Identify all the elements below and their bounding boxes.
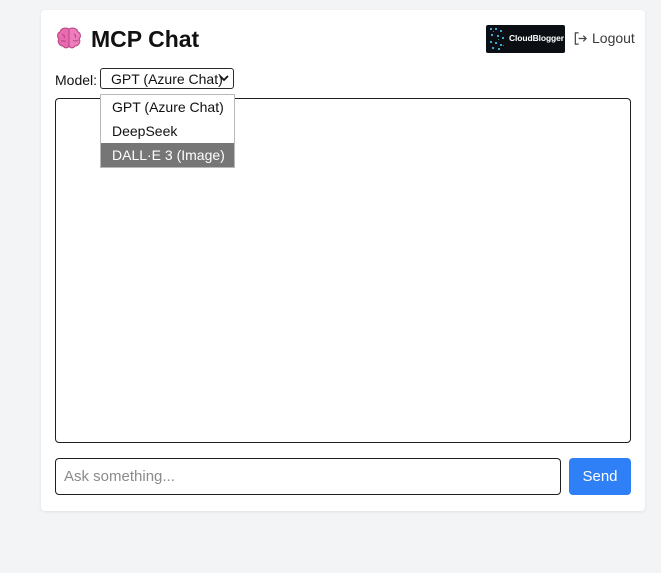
model-select-value: GPT (Azure Chat) <box>111 70 223 87</box>
logo-text: CloudBlogger <box>509 33 564 43</box>
model-option-dalle[interactable]: DALL·E 3 (Image) <box>101 143 234 167</box>
chevron-down-icon <box>219 75 229 82</box>
model-option-gpt[interactable]: GPT (Azure Chat) <box>101 95 234 119</box>
cloudblogger-logo: CloudBlogger <box>486 25 565 53</box>
model-label: Model: <box>55 72 98 88</box>
brain-icon <box>57 27 81 49</box>
page-title: MCP Chat <box>91 26 200 52</box>
logout-label: Logout <box>592 30 635 46</box>
send-button[interactable]: Send <box>569 458 631 495</box>
ask-input[interactable] <box>55 458 561 495</box>
logout-icon <box>574 31 587 45</box>
model-dropdown-list: GPT (Azure Chat) DeepSeek DALL·E 3 (Imag… <box>100 94 235 168</box>
chat-card: MCP Chat CloudBlogger Logout Model: GPT … <box>41 10 645 511</box>
logout-button[interactable]: Logout <box>573 29 635 47</box>
model-option-deepseek[interactable]: DeepSeek <box>101 119 234 143</box>
model-select[interactable]: GPT (Azure Chat) <box>100 68 234 89</box>
